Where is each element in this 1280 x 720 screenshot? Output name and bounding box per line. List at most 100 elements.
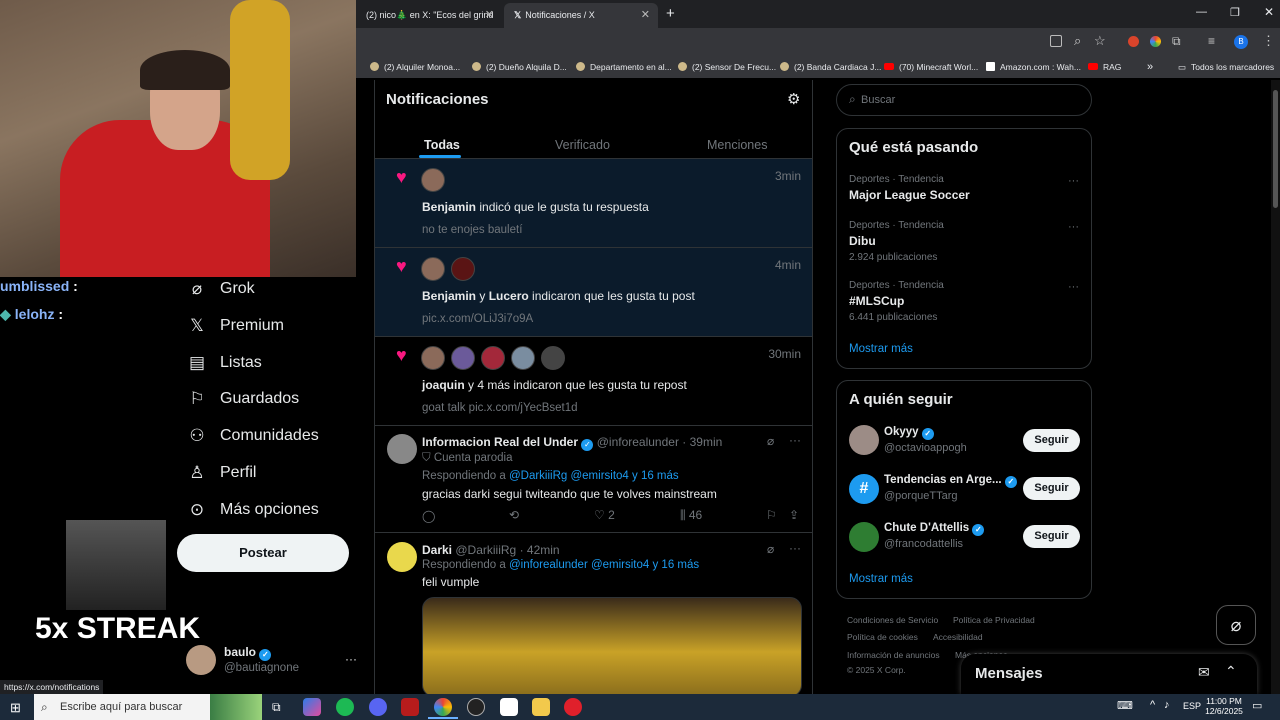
notification-item[interactable]: ♥ 30min joaquin y 4 más indicaron que le… [375,337,812,426]
minimize-icon[interactable]: — [1196,6,1207,18]
chrome-icon[interactable] [434,698,452,716]
sidebar-item-bookmarks[interactable]: ⚐ Guardados [186,384,299,414]
app-icon[interactable] [401,698,419,716]
sidebar-item-profile[interactable]: ♙ Perfil [186,458,256,488]
post[interactable]: Informacion Real del Under ✓ @inforealun… [375,426,812,533]
more-icon[interactable]: ··· [1068,281,1079,293]
footer-link[interactable]: Accesibilidad [933,632,983,642]
avatar[interactable] [421,257,445,281]
bookmark[interactable]: Departamento en al... [576,56,672,78]
more-icon[interactable]: ··· [789,541,801,555]
spotify-icon[interactable] [336,698,354,716]
avatar[interactable] [451,257,475,281]
avatar[interactable] [849,522,879,552]
close-icon[interactable]: ✕ [641,3,650,28]
grok-floating-button[interactable]: ⌀ [1216,605,1256,645]
clock[interactable]: 11:00 PM 12/6/2025 [1205,696,1243,716]
follow-button[interactable]: Seguir [1023,429,1080,452]
account-avatar[interactable] [186,645,216,675]
bookmark-icon[interactable]: ⚐ [766,508,777,522]
new-tab-button[interactable]: + [666,5,675,22]
window-close-icon[interactable]: ✕ [1264,5,1274,19]
reply-icon[interactable]: ◯ [422,509,435,523]
media-icon[interactable]: ≡ [1208,34,1215,48]
footer-link[interactable]: Condiciones de Servicio [847,615,938,625]
show-more-link[interactable]: Mostrar más [849,573,913,585]
retweet-icon[interactable]: ⟲ [509,508,519,522]
extension-icon[interactable] [1150,36,1161,47]
close-icon[interactable]: ✕ [485,3,494,28]
bookmark[interactable]: (70) Minecraft Worl... [884,56,978,78]
language-indicator[interactable]: ESP [1183,701,1201,711]
share-icon[interactable]: ⇪ [789,508,799,522]
more-icon[interactable]: ··· [1068,175,1079,187]
follow-button[interactable]: Seguir [1023,525,1080,548]
avatar[interactable] [421,168,445,192]
sidebar-item-more[interactable]: ⊙ Más opciones [186,495,319,525]
kebab-menu-icon[interactable]: ⋮ [1262,33,1275,49]
more-icon[interactable]: ··· [1068,221,1079,233]
account-name[interactable]: baulo ✓ [224,645,272,661]
tab-mentions[interactable]: Menciones [707,138,767,152]
sidebar-item-grok[interactable]: ⌀ Grok [186,274,255,304]
file-explorer-icon[interactable] [532,698,550,716]
footer-link[interactable]: Información de anuncios [847,650,940,660]
bookmark[interactable]: (2) Dueño Alquila D... [472,56,567,78]
task-view-icon[interactable]: ⧉ [272,700,281,715]
browser-tab-active[interactable]: 𝕏 Notificaciones / X ✕ [504,3,658,28]
keyboard-icon[interactable]: ⌨ [1117,699,1133,712]
puzzle-icon[interactable]: ⧉ [1172,34,1181,49]
notification-item[interactable]: ♥ 3min Benjamin indicó que le gusta tu r… [375,159,812,248]
views-button[interactable]: ⫼ 46 [680,508,702,523]
trend-item[interactable]: Deportes · Tendencia Dibu 2.924 publicacio… [849,220,944,263]
messages-drawer[interactable]: Mensajes ✉ ⌃ [961,654,1257,694]
footer-link[interactable]: Política de Privacidad [953,615,1035,625]
obs-icon[interactable] [467,698,485,716]
post-media[interactable] [422,597,802,694]
all-bookmarks[interactable]: ▭ Todos los marcadores [1178,56,1274,78]
star-icon[interactable]: ☆ [1094,33,1106,49]
grok-icon[interactable]: ⌀ [767,542,774,556]
new-message-icon[interactable]: ✉ [1198,664,1210,681]
taskbar-search-input[interactable]: ⌕ Escribe aquí para buscar [34,694,262,720]
avatar[interactable] [541,346,565,370]
footer-link[interactable]: Política de cookies [847,632,918,642]
avatar[interactable] [387,434,417,464]
sidebar-item-communities[interactable]: ⚇ Comunidades [186,421,318,451]
notification-center-icon[interactable]: ▭ [1252,699,1262,712]
sidebar-item-premium[interactable]: 𝕏 Premium [186,311,284,341]
windows-start-icon[interactable]: ⊞ [10,700,21,716]
copilot-icon[interactable] [303,698,321,716]
bookmark[interactable]: RAG [1088,56,1121,78]
settings-icon[interactable]: ⚙ [787,90,800,108]
follow-name[interactable]: Okyyy ✓ [884,426,934,440]
like-button[interactable]: ♡ 2 [594,508,615,522]
avatar[interactable] [511,346,535,370]
tab-verified[interactable]: Verificado [555,138,610,152]
volume-icon[interactable]: ♪ [1164,699,1170,711]
extension-icon[interactable] [1128,36,1139,47]
tray-chevron-icon[interactable]: ^ [1150,699,1155,711]
avatar[interactable] [481,346,505,370]
sidebar-item-lists[interactable]: ▤ Listas [186,348,262,378]
browser-tab[interactable]: (2) nico🎄 en X: "Ecos del grind ✕ [356,3,502,28]
show-more-link[interactable]: Mostrar más [849,343,913,355]
bookmark[interactable]: (2) Banda Cardiaca J... [780,56,881,78]
trend-item[interactable]: Deportes · Tendencia Major League Soccer [849,174,970,202]
post[interactable]: Darki @DarkiiiRg · 42min ⌀ ··· Respondie… [375,533,812,694]
opera-icon[interactable] [564,698,582,716]
account-menu-icon[interactable]: ··· [345,652,357,666]
avatar[interactable] [387,542,417,572]
scrollbar[interactable] [1271,80,1280,694]
notification-item[interactable]: ♥ 4min Benjamin y Lucero indicaron que l… [375,248,812,337]
app-icon[interactable] [500,698,518,716]
avatar[interactable] [421,346,445,370]
bookmarks-overflow[interactable]: » [1147,56,1153,78]
expand-icon[interactable]: ⌃ [1225,663,1237,680]
grok-icon[interactable]: ⌀ [767,434,774,448]
more-icon[interactable]: ··· [789,433,801,447]
discord-icon[interactable] [369,698,387,716]
bookmark[interactable]: (2) Alquiler Monoa... [370,56,460,78]
follow-name[interactable]: Tendencias en Arge... ✓ [884,474,1017,488]
bookmark[interactable]: (2) Sensor De Frecu... [678,56,776,78]
